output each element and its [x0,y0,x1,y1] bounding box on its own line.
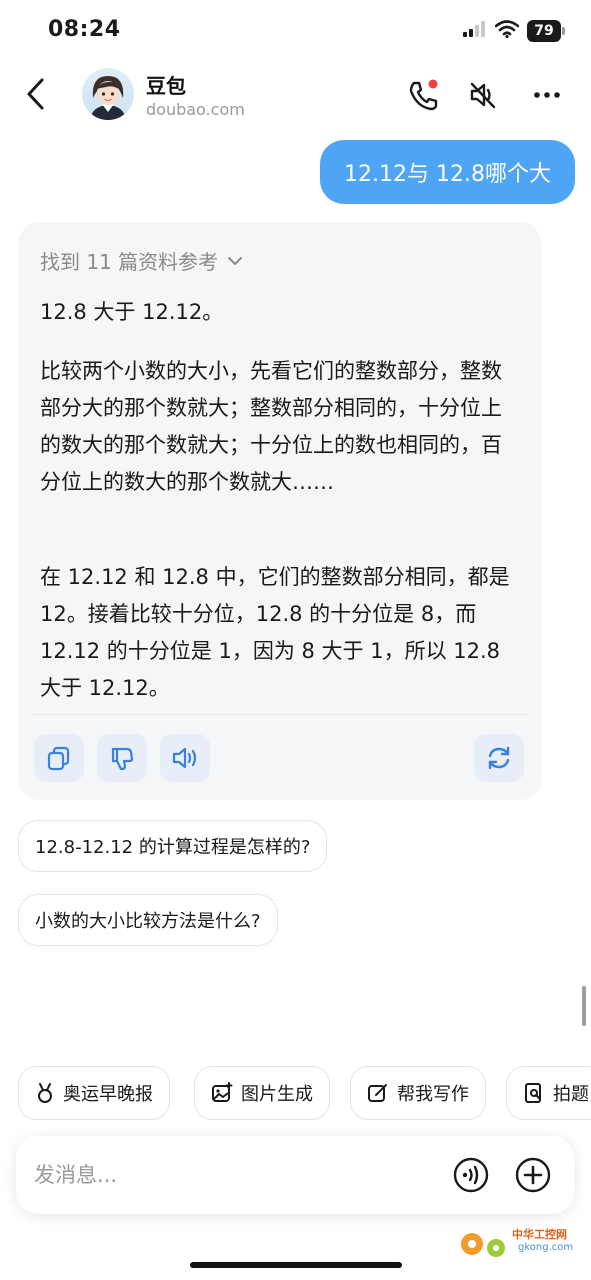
quick-action-chip[interactable]: 图片生成 [194,1066,330,1120]
message-input[interactable] [34,1156,434,1194]
signal-icon [463,21,487,41]
voice-icon [453,1157,489,1193]
quick-action-chip[interactable]: 帮我写作 [350,1066,486,1120]
suggested-question[interactable]: 小数的大小比较方法是什么? [18,894,278,946]
chevron-down-icon [228,256,243,265]
gear-icon [461,1233,505,1257]
quick-action-chip[interactable]: 奥运早晚报 [18,1066,170,1120]
status-time: 08:24 [48,17,121,42]
voice-input-button[interactable] [451,1155,491,1195]
more-options-button[interactable] [528,76,566,114]
watermark-sub: gkong.com [518,1242,574,1253]
speaker-muted-icon [470,82,496,109]
chip-label: 奥运早晚报 [63,1084,153,1105]
divider [32,714,528,715]
answer-card: 找到 11 篇资料参考 12.8 大于 12.12。 比较两个小数的大小，先看它… [18,222,542,800]
user-message-bubble[interactable]: 12.12与 12.8哪个大 [320,140,575,204]
add-attachment-button[interactable] [513,1155,553,1195]
wifi-icon [494,20,520,42]
plus-icon [515,1157,551,1193]
speaker-icon [172,747,197,769]
chip-label: 拍题 [553,1084,589,1105]
home-indicator[interactable] [190,1262,402,1268]
watermark-text: 中华工控网 [512,1228,567,1241]
more-icon [534,92,560,98]
avatar[interactable] [82,68,134,120]
status-icons: 79 [463,20,565,42]
suggested-question[interactable]: 12.8-12.12 的计算过程是怎样的? [18,820,328,872]
scrollbar[interactable] [582,986,586,1026]
medal-icon [38,1083,52,1103]
assistant-domain: doubao.com [146,100,245,119]
quick-actions: 奥运早晚报 图片生成 帮我写作 拍题 [0,1066,591,1120]
thumbs-down-icon [111,747,134,771]
answer-paragraph: 在 12.12 和 12.8 中，它们的整数部分相同，都是 12。接着比较十分位… [40,565,510,700]
dislike-button[interactable] [97,734,147,782]
chat-header: 豆包 doubao.com [0,62,591,132]
copy-button[interactable] [34,734,84,782]
chip-label: 图片生成 [241,1084,313,1105]
quick-action-chip[interactable]: 拍题 [506,1066,591,1120]
image-add-icon [212,1082,233,1102]
back-button[interactable] [18,72,54,116]
regenerate-button[interactable] [474,734,524,782]
message-composer [16,1136,574,1214]
chip-label: 帮我写作 [397,1084,469,1105]
phone-call-button[interactable] [404,76,442,114]
phone-icon [409,79,438,111]
edit-icon [368,1084,387,1102]
copy-icon [47,746,70,771]
search-doc-icon [525,1083,541,1103]
chevron-left-icon [27,78,44,110]
read-aloud-button[interactable] [160,734,210,782]
answer-paragraph: 比较两个小数的大小，先看它们的整数部分，整数部分大的那个数就大；整数部分相同的，… [40,359,502,494]
references-toggle[interactable]: 找到 11 篇资料参考 [40,246,244,275]
status-bar: 08:24 79 [0,0,591,62]
battery-indicator: 79 [527,20,565,42]
references-label: 找到 11 篇资料参考 [40,250,219,274]
refresh-icon [488,746,510,770]
watermark: 中华工控网 gkong.com [454,1220,586,1270]
mute-button[interactable] [464,76,502,114]
assistant-name: 豆包 [146,74,186,98]
answer-paragraph: 12.8 大于 12.12。 [40,300,224,324]
